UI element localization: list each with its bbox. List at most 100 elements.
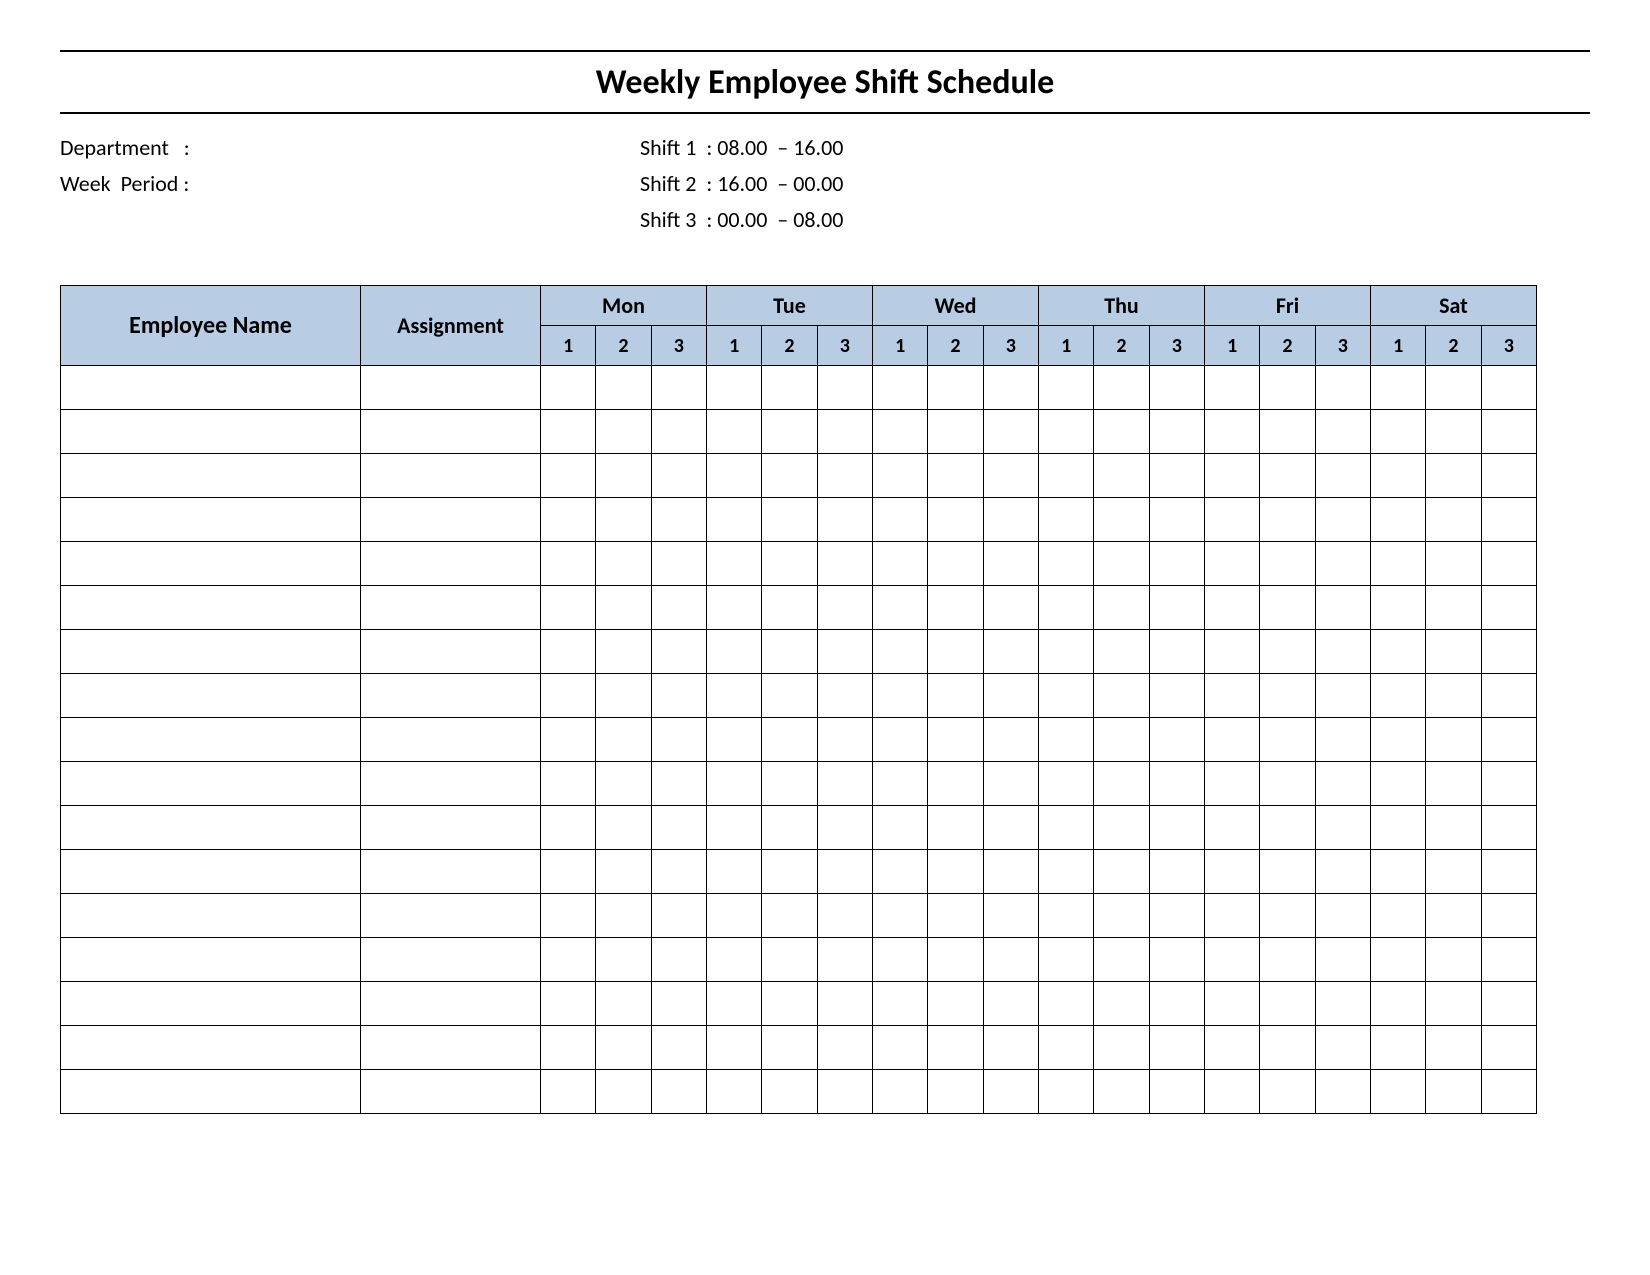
cell <box>1149 1026 1204 1070</box>
header-shift: 1 <box>872 326 927 366</box>
cell <box>1149 454 1204 498</box>
table-row <box>61 1070 1537 1114</box>
header-shift: 2 <box>762 326 817 366</box>
cell <box>1481 498 1536 542</box>
cell <box>651 586 706 630</box>
cell <box>1260 894 1315 938</box>
cell <box>817 1026 872 1070</box>
header-day-fri: Fri <box>1204 286 1370 326</box>
table-row <box>61 982 1537 1026</box>
cell <box>361 982 541 1026</box>
header-shift: 1 <box>1038 326 1093 366</box>
cell <box>596 894 651 938</box>
cell <box>928 850 983 894</box>
cell <box>706 1026 761 1070</box>
cell <box>983 674 1038 718</box>
page-title: Weekly Employee Shift Schedule <box>60 62 1590 103</box>
cell <box>541 850 596 894</box>
cell <box>1426 1026 1481 1070</box>
cell <box>651 806 706 850</box>
cell <box>1204 894 1259 938</box>
cell <box>1149 982 1204 1026</box>
table-row <box>61 366 1537 410</box>
cell <box>1094 938 1149 982</box>
cell <box>872 982 927 1026</box>
cell <box>651 1026 706 1070</box>
cell <box>928 498 983 542</box>
header-shift: 2 <box>1094 326 1149 366</box>
cell <box>983 1026 1038 1070</box>
cell <box>762 586 817 630</box>
table-row <box>61 542 1537 586</box>
cell <box>928 410 983 454</box>
cell <box>1204 586 1259 630</box>
cell <box>1260 674 1315 718</box>
cell <box>1481 894 1536 938</box>
cell <box>361 762 541 806</box>
cell <box>1315 1070 1370 1114</box>
cell <box>1260 542 1315 586</box>
cell <box>1481 410 1536 454</box>
cell <box>61 850 361 894</box>
cell <box>1370 454 1425 498</box>
cell <box>1481 630 1536 674</box>
cell <box>1204 982 1259 1026</box>
cell <box>1370 366 1425 410</box>
cell <box>1204 762 1259 806</box>
cell <box>1426 762 1481 806</box>
cell <box>541 674 596 718</box>
cell <box>762 410 817 454</box>
cell <box>1260 982 1315 1026</box>
header-shift: 3 <box>983 326 1038 366</box>
cell <box>1426 982 1481 1026</box>
cell <box>1260 806 1315 850</box>
cell <box>872 806 927 850</box>
cell <box>651 454 706 498</box>
label-department: Department : <box>60 130 640 166</box>
cell <box>983 1070 1038 1114</box>
cell <box>61 586 361 630</box>
cell <box>541 718 596 762</box>
cell <box>1315 454 1370 498</box>
cell <box>361 366 541 410</box>
cell <box>651 674 706 718</box>
label-shift-1: Shift 1 : 08.00 – 16.00 <box>640 130 843 166</box>
cell <box>1038 586 1093 630</box>
cell <box>983 454 1038 498</box>
cell <box>596 542 651 586</box>
cell <box>1204 366 1259 410</box>
cell <box>541 894 596 938</box>
info-right: Shift 1 : 08.00 – 16.00 Shift 2 : 16.00 … <box>640 130 843 238</box>
cell <box>928 718 983 762</box>
cell <box>1094 894 1149 938</box>
cell <box>1094 410 1149 454</box>
cell <box>872 938 927 982</box>
cell <box>361 630 541 674</box>
cell <box>928 806 983 850</box>
cell <box>541 1026 596 1070</box>
cell <box>1481 542 1536 586</box>
cell <box>817 542 872 586</box>
header-shift: 1 <box>1204 326 1259 366</box>
cell <box>61 674 361 718</box>
cell <box>1094 454 1149 498</box>
cell <box>596 850 651 894</box>
cell <box>361 674 541 718</box>
cell <box>596 718 651 762</box>
cell <box>651 498 706 542</box>
cell <box>1149 894 1204 938</box>
cell <box>817 806 872 850</box>
table-head: Employee Name Assignment Mon Tue Wed Thu… <box>61 286 1537 366</box>
cell <box>1204 674 1259 718</box>
cell <box>596 762 651 806</box>
cell <box>817 850 872 894</box>
cell <box>1370 850 1425 894</box>
cell <box>983 718 1038 762</box>
cell <box>1315 850 1370 894</box>
cell <box>1260 1070 1315 1114</box>
table-row <box>61 498 1537 542</box>
cell <box>1038 542 1093 586</box>
cell <box>872 718 927 762</box>
cell <box>1038 498 1093 542</box>
table-row <box>61 894 1537 938</box>
